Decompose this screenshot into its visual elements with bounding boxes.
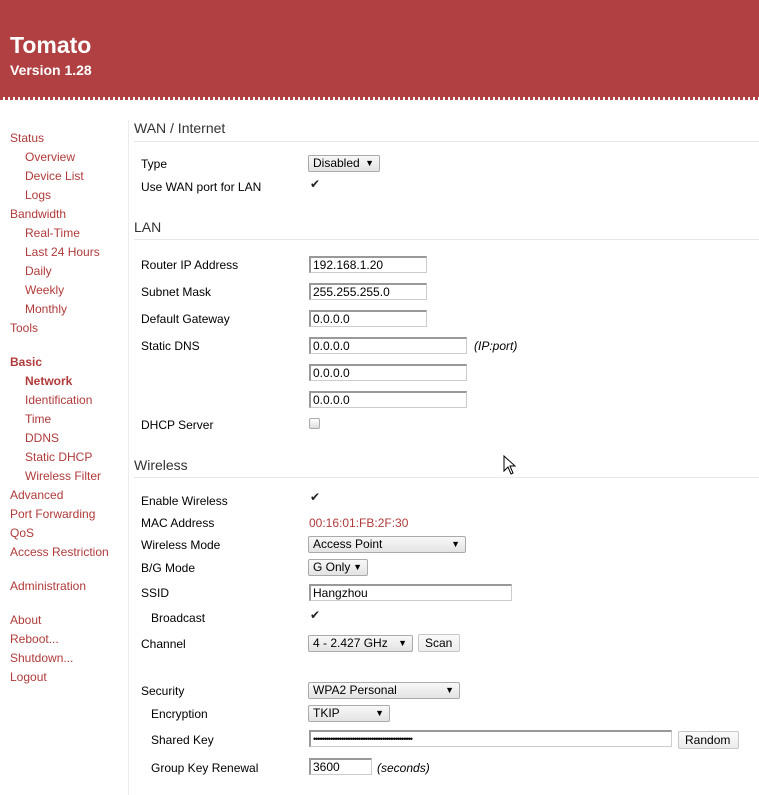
sidebar-item-overview[interactable]: Overview: [25, 150, 75, 164]
sidebar-item-access-restriction[interactable]: Access Restriction: [10, 545, 109, 559]
mac-address-value: 00:16:01:FB:2F:30: [309, 516, 409, 530]
security-value: WPA2 Personal: [313, 683, 397, 697]
section-title-lan: LAN: [134, 219, 162, 235]
sidebar-item-reboot[interactable]: Reboot...: [10, 632, 59, 646]
subnet-mask-input[interactable]: 255.255.255.0: [309, 283, 427, 300]
sidebar-item-time[interactable]: Time: [25, 412, 51, 426]
header-banner: Tomato Version 1.28: [0, 0, 759, 100]
sidebar-item-about[interactable]: About: [10, 613, 41, 627]
sidebar-item-administration[interactable]: Administration: [10, 579, 86, 593]
static-dns-input-1[interactable]: 0.0.0.0: [309, 337, 467, 354]
sidebar-item-identification[interactable]: Identification: [25, 393, 92, 407]
mouse-pointer-icon: [503, 454, 517, 478]
default-gateway-label: Default Gateway: [141, 312, 230, 326]
broadcast-checkbox[interactable]: ✔: [310, 609, 321, 621]
shared-key-label: Shared Key: [151, 733, 214, 747]
channel-value: 4 - 2.427 GHz: [313, 636, 388, 650]
dhcp-server-label: DHCP Server: [141, 418, 214, 432]
wan-type-select[interactable]: Disabled ▼: [308, 155, 380, 172]
app-version: Version 1.28: [10, 62, 92, 78]
static-dns-label: Static DNS: [141, 339, 200, 353]
section-divider: [134, 239, 759, 240]
static-dns-input-2[interactable]: 0.0.0.0: [309, 364, 467, 381]
app-title: Tomato: [10, 32, 92, 58]
bg-mode-value: G Only: [313, 560, 351, 574]
header-dotted-border: [0, 97, 759, 100]
chevron-down-icon: ▼: [375, 708, 384, 718]
sidebar-item-status[interactable]: Status: [10, 131, 44, 145]
default-gateway-input[interactable]: 0.0.0.0: [309, 310, 427, 327]
type-label: Type: [141, 157, 168, 171]
sidebar-item-last-24-hours[interactable]: Last 24 Hours: [25, 245, 100, 259]
chevron-down-icon: ▼: [353, 562, 362, 572]
ssid-input[interactable]: Hangzhou: [309, 584, 512, 601]
sidebar-item-static-dhcp[interactable]: Static DHCP: [25, 450, 92, 464]
group-key-renewal-input[interactable]: 3600: [309, 758, 372, 775]
chevron-down-icon: ▼: [451, 539, 460, 549]
sidebar-item-weekly[interactable]: Weekly: [25, 283, 64, 297]
chevron-down-icon: ▼: [398, 638, 407, 648]
bg-mode-select[interactable]: G Only ▼: [308, 559, 368, 576]
channel-label: Channel: [141, 637, 186, 651]
encryption-select[interactable]: TKIP ▼: [308, 705, 390, 722]
router-ip-label: Router IP Address: [141, 258, 239, 272]
broadcast-label: Broadcast: [151, 611, 206, 625]
channel-select[interactable]: 4 - 2.427 GHz ▼: [308, 635, 413, 652]
sidebar-item-network[interactable]: Network: [25, 374, 72, 388]
wireless-mode-value: Access Point: [313, 537, 383, 551]
sidebar-item-bandwidth[interactable]: Bandwidth: [10, 207, 66, 221]
sidebar-item-qos[interactable]: QoS: [10, 526, 34, 540]
enable-wireless-label: Enable Wireless: [141, 494, 228, 508]
section-title-wan: WAN / Internet: [134, 120, 226, 136]
sidebar-item-port-forwarding[interactable]: Port Forwarding: [10, 507, 95, 521]
sidebar-item-real-time[interactable]: Real-Time: [25, 226, 80, 240]
scan-button[interactable]: Scan: [418, 634, 460, 652]
group-key-note: (seconds): [377, 761, 430, 775]
random-button[interactable]: Random: [678, 731, 739, 749]
encryption-label: Encryption: [151, 707, 208, 721]
section-divider: [134, 477, 759, 478]
wan-type-value: Disabled: [313, 156, 360, 170]
bg-mode-label: B/G Mode: [141, 561, 196, 575]
chevron-down-icon: ▼: [365, 158, 374, 168]
enable-wireless-checkbox[interactable]: ✔: [310, 491, 321, 503]
section-title-wireless: Wireless: [134, 457, 188, 473]
encryption-value: TKIP: [313, 706, 340, 720]
sidebar-item-basic[interactable]: Basic: [10, 355, 42, 369]
sidebar-divider: [128, 120, 129, 795]
shared-key-input[interactable]: ••••••••••••••••••••••••••••••••••••••••…: [309, 730, 672, 747]
sidebar-item-tools[interactable]: Tools: [10, 321, 38, 335]
use-wan-port-label: Use WAN port for LAN: [141, 180, 262, 194]
sidebar-item-logs[interactable]: Logs: [25, 188, 51, 202]
sidebar-item-device-list[interactable]: Device List: [25, 169, 84, 183]
sidebar-item-shutdown[interactable]: Shutdown...: [10, 651, 73, 665]
use-wan-port-checkbox[interactable]: ✔: [310, 178, 321, 190]
sidebar-item-monthly[interactable]: Monthly: [25, 302, 67, 316]
dhcp-server-checkbox[interactable]: [309, 418, 320, 429]
chevron-down-icon: ▼: [445, 685, 454, 695]
sidebar-item-logout[interactable]: Logout: [10, 670, 47, 684]
subnet-mask-label: Subnet Mask: [141, 285, 212, 299]
group-key-renewal-label: Group Key Renewal: [151, 761, 259, 775]
sidebar-item-ddns[interactable]: DDNS: [25, 431, 59, 445]
ssid-label: SSID: [141, 586, 170, 600]
dns-note: (IP:port): [474, 339, 518, 353]
router-ip-input[interactable]: 192.168.1.20: [309, 256, 427, 273]
section-divider: [134, 141, 759, 142]
sidebar-item-daily[interactable]: Daily: [25, 264, 52, 278]
wireless-mode-label: Wireless Mode: [141, 538, 221, 552]
sidebar-item-advanced[interactable]: Advanced: [10, 488, 63, 502]
static-dns-input-3[interactable]: 0.0.0.0: [309, 391, 467, 408]
security-label: Security: [141, 684, 185, 698]
mac-address-label: MAC Address: [141, 516, 215, 530]
wireless-mode-select[interactable]: Access Point ▼: [308, 536, 466, 553]
security-select[interactable]: WPA2 Personal ▼: [308, 682, 460, 699]
sidebar-item-wireless-filter[interactable]: Wireless Filter: [25, 469, 101, 483]
